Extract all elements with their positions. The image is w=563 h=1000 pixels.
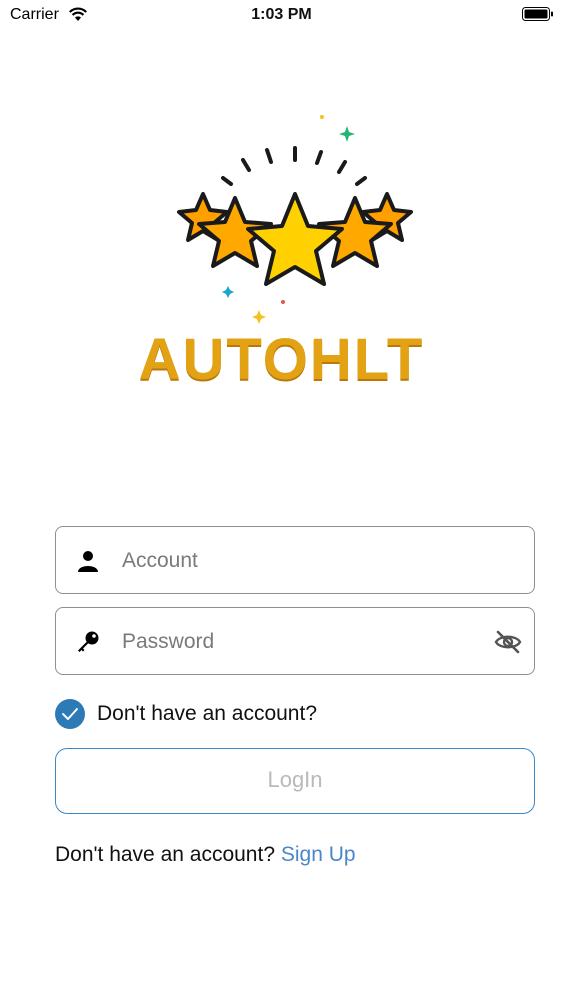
signup-link[interactable]: Sign Up: [281, 843, 356, 866]
status-bar: Carrier 1:03 PM: [0, 0, 563, 30]
remember-checkbox[interactable]: [55, 699, 85, 729]
signup-row: Don't have an account? Sign Up: [55, 843, 356, 867]
key-icon: [78, 631, 99, 652]
stars-logo-icon: [177, 115, 413, 324]
password-input[interactable]: [120, 618, 484, 666]
checkmark-icon: [62, 708, 78, 720]
brand-wordmark: AUTOHLT: [138, 327, 425, 392]
account-field[interactable]: [55, 526, 535, 594]
user-icon: [78, 551, 98, 572]
password-field[interactable]: [55, 607, 535, 675]
signup-prompt: Don't have an account?: [55, 843, 281, 866]
account-input[interactable]: [120, 537, 484, 585]
battery-icon: [522, 7, 553, 21]
status-time: 1:03 PM: [251, 6, 312, 23]
login-button[interactable]: LogIn: [55, 748, 535, 814]
remember-label: Don't have an account?: [97, 702, 317, 725]
eye-slash-icon[interactable]: [494, 628, 522, 656]
